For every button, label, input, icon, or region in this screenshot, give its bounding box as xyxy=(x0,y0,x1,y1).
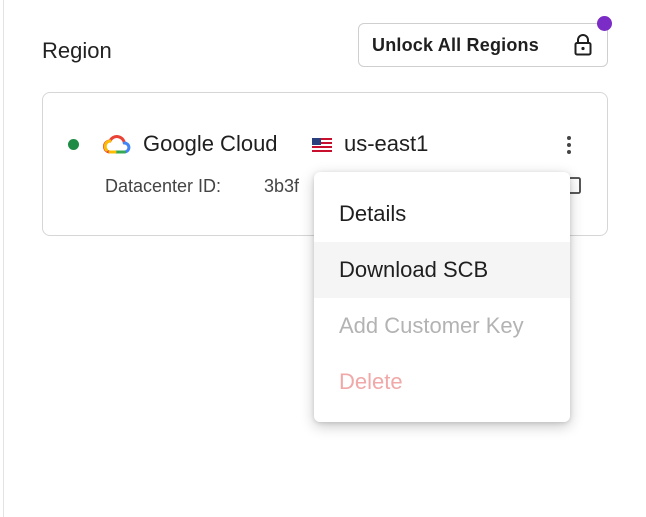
region-actions-menu: Details Download SCB Add Customer Key De… xyxy=(314,172,570,422)
us-flag-icon xyxy=(312,138,332,152)
section-title: Region xyxy=(42,38,112,63)
panel-left-border xyxy=(3,0,4,517)
menu-item-label: Delete xyxy=(339,369,403,394)
datacenter-id-label: Datacenter ID: xyxy=(105,176,222,196)
notification-dot xyxy=(597,16,612,31)
unlock-all-regions-button[interactable]: Unlock All Regions xyxy=(358,23,608,67)
more-vertical-icon[interactable] xyxy=(562,133,576,159)
cloud-provider-name: Google Cloud xyxy=(143,131,278,156)
unlock-all-regions-label: Unlock All Regions xyxy=(372,34,539,55)
google-cloud-icon xyxy=(103,135,131,154)
datacenter-id-value: 3b3f xyxy=(264,176,300,196)
menu-item-delete: Delete xyxy=(314,354,570,410)
status-indicator xyxy=(68,139,79,150)
menu-item-add-customer-key: Add Customer Key xyxy=(314,298,570,354)
menu-item-label: Download SCB xyxy=(339,257,489,282)
lock-icon xyxy=(574,34,592,56)
menu-item-download-scb[interactable]: Download SCB xyxy=(314,242,570,298)
region-code: us-east1 xyxy=(344,131,429,156)
menu-item-label: Details xyxy=(339,201,407,226)
menu-item-details[interactable]: Details xyxy=(314,186,570,242)
menu-item-label: Add Customer Key xyxy=(339,313,524,338)
